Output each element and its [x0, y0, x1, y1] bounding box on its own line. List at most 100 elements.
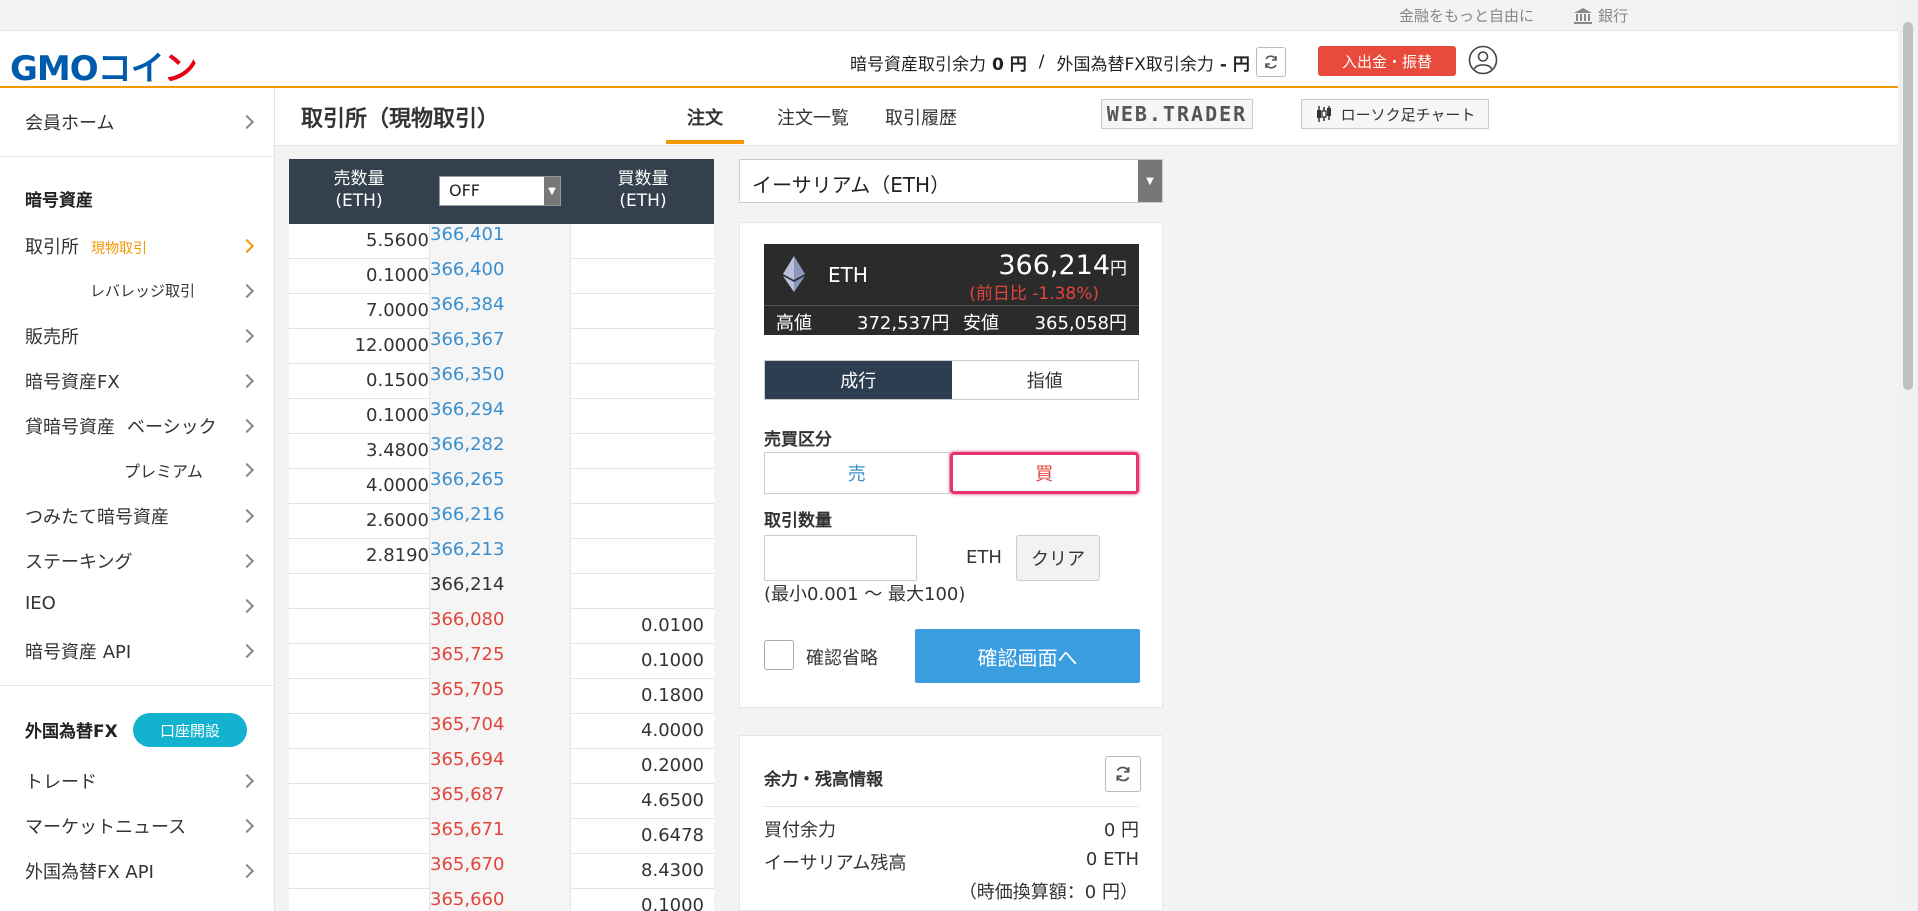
sidebar-item-trade[interactable]: トレード	[25, 768, 97, 794]
open-account-button[interactable]: 口座開設	[133, 713, 247, 747]
skip-confirm-checkbox[interactable]	[764, 640, 794, 670]
sidebar-item-crypto-fx[interactable]: 暗号資産FX	[25, 368, 120, 394]
sidebar-item-premium[interactable]: プレミアム	[124, 458, 203, 482]
bank-icon	[1573, 7, 1592, 24]
order-book-bid-row[interactable]: 366,080 0.0100	[289, 609, 714, 644]
price-grouping-select[interactable]: OFF ▼	[439, 176, 561, 206]
order-book-bid-row[interactable]: 365,660 0.1000	[289, 889, 714, 911]
bid-price-cell[interactable]: 365,671	[429, 819, 571, 854]
sidebar-item-market-news[interactable]: マーケットニュース	[25, 813, 186, 839]
slogan-link[interactable]: 金融をもっと自由に	[1399, 5, 1534, 26]
market-order-tab[interactable]: 成行	[765, 361, 952, 399]
ask-price-cell[interactable]: 366,265	[429, 469, 571, 504]
candlestick-chart-button[interactable]: ローソク足チャート	[1301, 99, 1489, 129]
sidebar-item-fx-api[interactable]: 外国為替FX API	[25, 858, 154, 884]
sidebar-item-leverage[interactable]: レバレッジ取引	[90, 280, 195, 301]
ask-price-cell[interactable]: 366,367	[429, 329, 571, 364]
order-book-ask-row[interactable]: 5.5600 366,401	[289, 224, 714, 259]
order-book-bid-row[interactable]: 365,670 8.4300	[289, 854, 714, 889]
order-book-ask-row[interactable]: 12.0000 366,367	[289, 329, 714, 364]
order-book-ask-row[interactable]: 3.4800 366,282	[289, 434, 714, 469]
bid-price-cell[interactable]: 365,687	[429, 784, 571, 819]
ask-price: 366,350	[430, 364, 505, 385]
candlestick-icon	[1316, 106, 1331, 122]
confirm-screen-button[interactable]: 確認画面へ	[915, 629, 1140, 683]
ask-price-cell[interactable]: 366,216	[429, 504, 571, 539]
order-book-ask-row[interactable]: 0.1500 366,350	[289, 364, 714, 399]
divider	[0, 156, 274, 157]
page-scrollbar[interactable]	[1898, 0, 1918, 911]
order-book-ask-row[interactable]: 0.1000 366,294	[289, 399, 714, 434]
bid-price-cell[interactable]: 365,704	[429, 714, 571, 749]
gmo-coin-logo[interactable]: GMOコイン	[10, 41, 198, 90]
sidebar-item-crypto-api[interactable]: 暗号資産 API	[25, 638, 131, 664]
sidebar-item-sales[interactable]: 販売所	[25, 323, 79, 349]
ask-price-cell[interactable]: 366,384	[429, 294, 571, 329]
ask-quantity: 0.1000	[366, 265, 429, 286]
quantity-input[interactable]	[764, 535, 917, 581]
user-account-icon[interactable]	[1468, 45, 1498, 75]
dropdown-arrow-icon: ▼	[1138, 160, 1162, 202]
deposit-transfer-button[interactable]: 入出金・振替	[1318, 46, 1456, 76]
bid-price-cell[interactable]: 365,725	[429, 644, 571, 679]
order-book-bid-row[interactable]: 365,725 0.1000	[289, 644, 714, 679]
order-book-ask-row[interactable]: 7.0000 366,384	[289, 294, 714, 329]
ask-price-cell[interactable]: 366,401	[429, 224, 571, 259]
order-book-ask-row[interactable]: 2.8190 366,213	[289, 539, 714, 574]
scrollbar-thumb[interactable]	[1903, 22, 1913, 390]
chevron-right-icon	[239, 283, 255, 299]
order-book-bid-row[interactable]: 365,694 0.2000	[289, 749, 714, 784]
bid-price-cell[interactable]: 366,080	[429, 609, 571, 644]
tab-trade-history[interactable]: 取引履歴	[885, 104, 957, 130]
side-toggle: 売 買	[764, 452, 1139, 494]
refresh-icon	[1116, 766, 1130, 782]
clear-button[interactable]: クリア	[1016, 535, 1100, 581]
sidebar-heading-fx: 外国為替FX	[25, 722, 118, 742]
order-book-bid-row[interactable]: 365,705 0.1800	[289, 679, 714, 714]
sell-button[interactable]: 売	[764, 452, 950, 494]
skip-confirm-label[interactable]: 確認省略	[806, 644, 878, 670]
balance-info-refresh-button[interactable]	[1105, 756, 1141, 792]
sidebar-item-tsumitate[interactable]: つみたて暗号資産	[25, 503, 169, 529]
separator: /	[1038, 52, 1045, 72]
sidebar-item-basic[interactable]: ベーシック	[127, 417, 217, 438]
order-book-ask-row[interactable]: 0.1000 366,400	[289, 259, 714, 294]
bid-price-cell[interactable]: 365,694	[429, 749, 571, 784]
webtrader-button[interactable]: WEB.TRADER	[1101, 99, 1253, 129]
sidebar-item-lending[interactable]: 貸暗号資産 ベーシック	[25, 413, 217, 439]
high-low-row: 高値 372,537円 安値 365,058円	[764, 305, 1139, 336]
sidebar-item-staking[interactable]: ステーキング	[25, 548, 132, 574]
ask-price-cell[interactable]: 366,350	[429, 364, 571, 399]
price-ticker: ETH 366,214円 (前日比 -1.38%) 高値 372,537円 安値…	[764, 244, 1139, 335]
ethereum-icon	[783, 256, 805, 292]
ask-price: 366,216	[430, 504, 505, 525]
order-book-ask-row[interactable]: 4.0000 366,265	[289, 469, 714, 504]
sidebar-item-ieo[interactable]: IEO	[25, 593, 56, 614]
tab-order[interactable]: 注文	[687, 104, 723, 130]
mid-price: 366,214	[430, 574, 505, 595]
bank-link[interactable]: 銀行	[1573, 5, 1628, 26]
order-book-ask-row[interactable]: 2.6000 366,216	[289, 504, 714, 539]
order-book-bid-row[interactable]: 365,687 4.6500	[289, 784, 714, 819]
sidebar-item-member-home[interactable]: 会員ホーム	[25, 109, 114, 135]
ask-price-cell[interactable]: 366,294	[429, 399, 571, 434]
limit-order-tab[interactable]: 指値	[952, 361, 1139, 399]
currency-pair-select[interactable]: イーサリアム（ETH） ▼	[739, 159, 1163, 203]
buy-button[interactable]: 買	[949, 452, 1139, 494]
bid-price-cell[interactable]: 365,670	[429, 854, 571, 889]
ask-price-cell[interactable]: 366,400	[429, 259, 571, 294]
order-type-toggle: 成行 指値	[764, 360, 1139, 400]
order-book-bid-row[interactable]: 365,704 4.0000	[289, 714, 714, 749]
buy-power-label: 買付余力	[764, 820, 836, 841]
tab-order-list[interactable]: 注文一覧	[777, 104, 849, 130]
ask-quantity: 4.0000	[366, 475, 429, 496]
balance-refresh-button[interactable]	[1255, 47, 1286, 77]
ask-price-cell[interactable]: 366,213	[429, 539, 571, 574]
order-book-bid-row[interactable]: 365,671 0.6478	[289, 819, 714, 854]
sidebar-item-spot[interactable]: 現物取引	[91, 241, 147, 257]
bid-price-cell[interactable]: 365,660	[429, 889, 571, 911]
bid-price-cell[interactable]: 365,705	[429, 679, 571, 714]
ask-price-cell[interactable]: 366,282	[429, 434, 571, 469]
sidebar-item-exchange[interactable]: 取引所 現物取引	[25, 233, 147, 259]
bid-price: 365,694	[430, 749, 505, 770]
